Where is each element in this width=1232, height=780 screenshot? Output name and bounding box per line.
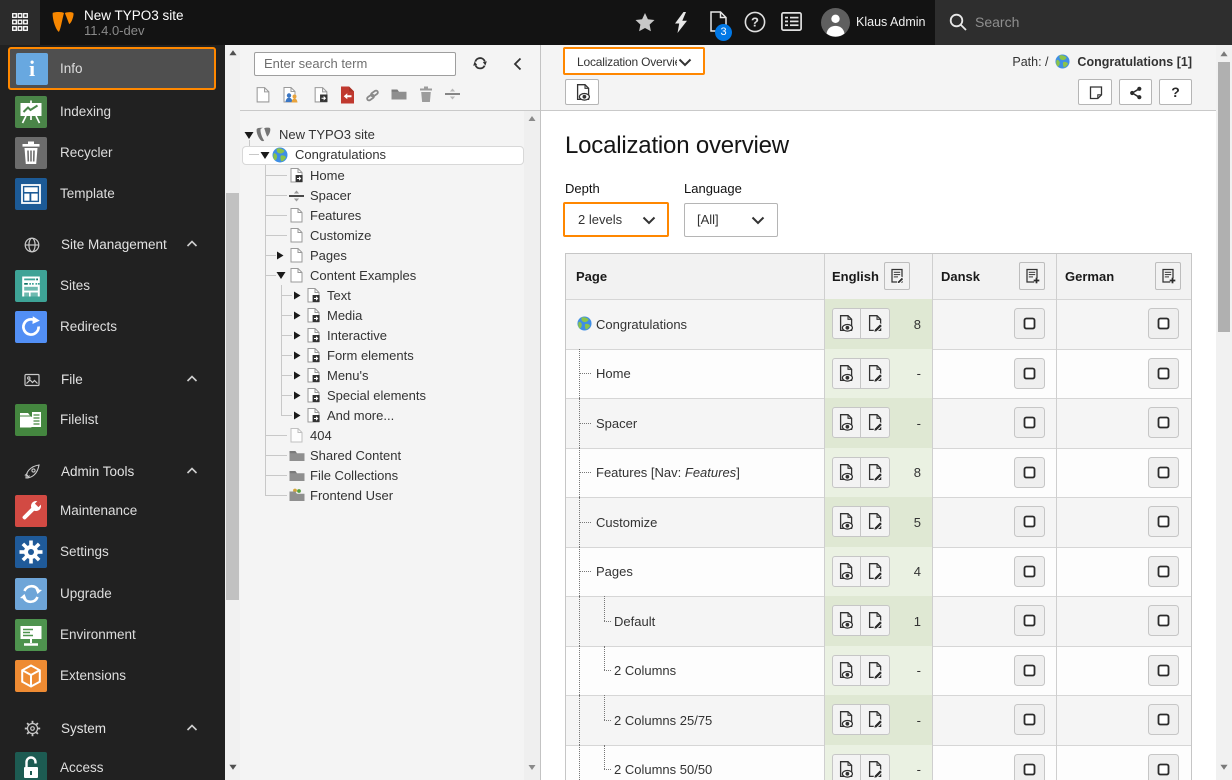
svg-text:?: ?	[751, 15, 759, 30]
